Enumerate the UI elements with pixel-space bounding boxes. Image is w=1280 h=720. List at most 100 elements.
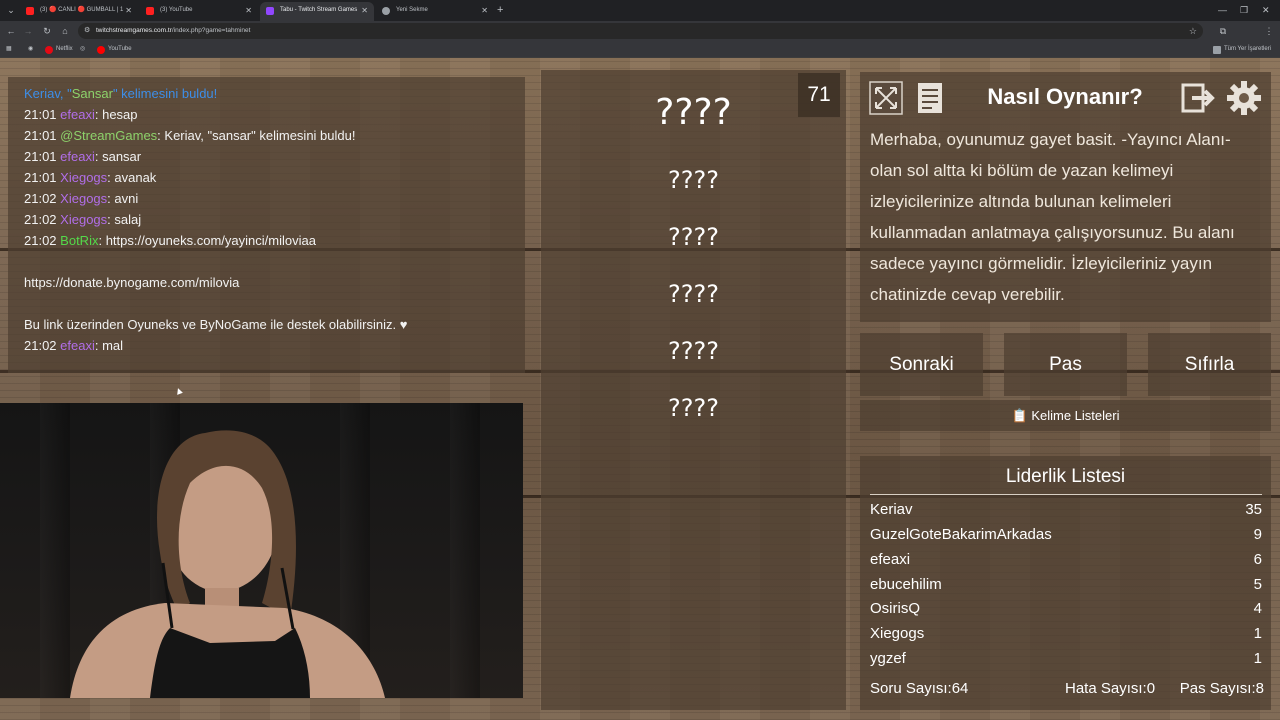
chat-message: https://donate.bynogame.com/milovia [24, 272, 509, 293]
chat-message: 21:01 @StreamGames: Keriav, "sansar" kel… [24, 125, 509, 146]
tab-tabu-active[interactable]: Tabu - Twitch Stream Games ✕ [260, 2, 374, 21]
close-icon[interactable]: ✕ [481, 2, 488, 19]
tab-gumball[interactable]: (3) 🔴 CANLI 🔴 GUMBALL | 1 ✕ [20, 2, 138, 21]
chat-message: Bu link üzerinden Oyuneks ve ByNoGame il… [24, 314, 509, 335]
chat-message: 21:02 efeaxi: mal [24, 335, 509, 356]
all-bookmarks-label: Tüm Yer İşaretleri [1224, 46, 1272, 52]
chat-username[interactable]: Xiegogs [60, 170, 107, 185]
player-name: Xiegogs [870, 625, 925, 642]
close-icon[interactable]: ✕ [361, 2, 368, 19]
chat-message: 21:02 Xiegogs: salaj [24, 209, 509, 230]
address-bar[interactable]: ⚙ twitchstreamgames.com.tr/index.php?gam… [78, 23, 1203, 39]
leaderboard-row: GuzelGoteBakarimArkadas 9 [870, 523, 1262, 547]
player-name: OsirisQ [870, 600, 920, 617]
chat-timestamp: 21:02 [24, 338, 57, 353]
game-stats: Soru Sayısı:64 Hata Sayısı:0 Pas Sayısı:… [870, 679, 1264, 699]
bookmark-youtube[interactable]: YouTube [97, 41, 132, 58]
window-close-icon[interactable]: ✕ [1262, 2, 1270, 18]
chat-text: https://donate.bynogame.com/milovia [24, 275, 240, 290]
browser-toolbar: ← → ↻ ⌂ ⚙ twitchstreamgames.com.tr/index… [0, 21, 1280, 57]
chat-timestamp: 21:02 [24, 212, 57, 227]
chat-username[interactable]: efeaxi [60, 149, 95, 164]
close-icon[interactable]: ✕ [245, 2, 252, 19]
leaderboard-row: Keriav 35 [870, 498, 1262, 522]
found-word: Sansar [71, 86, 113, 101]
bookmark-netflix[interactable]: Netflix [45, 41, 73, 58]
chat-username[interactable]: Xiegogs [60, 212, 107, 227]
word-lists-button[interactable]: 📋 Kelime Listeleri [860, 400, 1271, 431]
site-info-icon[interactable]: ⚙ [84, 23, 90, 39]
chat-message: 21:01 Xiegogs: avanak [24, 167, 509, 188]
chat-timestamp: 21:01 [24, 128, 57, 143]
next-button[interactable]: Sonraki [860, 333, 983, 396]
twitch-favicon-icon [266, 7, 274, 15]
url-text[interactable]: twitchstreamgames.com.tr/index.php?game=… [96, 23, 250, 39]
player-score: 35 [1245, 501, 1262, 518]
close-icon[interactable]: ✕ [125, 2, 132, 19]
chat-username[interactable]: BotRix [60, 233, 98, 248]
chat-username[interactable]: @StreamGames [60, 128, 157, 143]
extensions-icon[interactable]: ⧉ [1216, 23, 1230, 39]
tab-title: Yeni Sekme [396, 7, 428, 13]
chat-text: : salaj [107, 212, 142, 227]
all-bookmarks[interactable]: Tüm Yer İşaretleri [1213, 41, 1271, 58]
system-msg-pre: Keriav, " [24, 86, 72, 101]
tab-search-icon[interactable]: ⌄ [4, 3, 18, 17]
chat-text: : Keriav, "sansar" kelimesini buldu! [157, 128, 356, 143]
pass-count: Pas Sayısı:8 [1179, 680, 1264, 697]
chat-message: 21:02 BotRix: https://oyuneks.com/yayinc… [24, 230, 509, 251]
forward-icon[interactable]: → [21, 23, 35, 39]
forbidden-word: ???? [668, 394, 719, 422]
bookmark-star-icon[interactable]: ☆ [1189, 23, 1197, 39]
google-icon[interactable]: ◉ [28, 41, 33, 58]
apps-grid-icon[interactable]: ▦ [6, 41, 12, 58]
tab-youtube[interactable]: (3) YouTube ✕ [140, 2, 258, 21]
player-score: 6 [1253, 551, 1262, 568]
chat-timestamp: 21:02 [24, 233, 57, 248]
home-icon[interactable]: ⌂ [58, 23, 72, 39]
new-tab-button[interactable]: + [497, 2, 503, 19]
tab-strip: ⌄ (3) 🔴 CANLI 🔴 GUMBALL | 1 ✕ (3) YouTub… [0, 0, 1280, 21]
player-name: efeaxi [870, 551, 911, 568]
tab-title: Tabu - Twitch Stream Games [280, 7, 358, 13]
tab-new[interactable]: Yeni Sekme ✕ [376, 2, 494, 21]
reset-button[interactable]: Sıfırla [1148, 333, 1271, 396]
netflix-icon [45, 46, 53, 54]
webcam-feed [0, 403, 523, 698]
leaderboard-row: efeaxi 6 [870, 548, 1262, 572]
chat-username[interactable]: Xiegogs [60, 191, 107, 206]
maximize-icon[interactable]: ❐ [1240, 2, 1248, 18]
pass-button[interactable]: Pas [1004, 333, 1127, 396]
fullscreen-icon[interactable] [868, 80, 904, 116]
bookmark-icon[interactable]: ◎ [80, 41, 85, 58]
document-icon[interactable] [912, 80, 948, 116]
chat-panel: Keriav, "Sansar" kelimesini buldu! 21:01… [8, 77, 525, 373]
tab-title: (3) 🔴 CANLI 🔴 GUMBALL | 1 [40, 7, 124, 13]
player-name: ebucehilim [870, 576, 942, 593]
menu-icon[interactable]: ⋮ [1262, 23, 1276, 39]
exit-icon[interactable] [1180, 80, 1216, 116]
forbidden-word: ???? [668, 166, 719, 194]
chat-message: 21:01 efeaxi: sansar [24, 146, 509, 167]
youtube-icon [97, 46, 105, 54]
player-name: Keriav [870, 501, 913, 518]
question-count: Soru Sayısı:64 [870, 680, 969, 697]
chat-spacer [24, 293, 509, 314]
leaderboard-row: ebucehilim 5 [870, 573, 1262, 597]
chat-text: : mal [94, 338, 124, 353]
chat-username[interactable]: efeaxi [60, 107, 95, 122]
chat-text: : avanak [107, 170, 157, 185]
reload-icon[interactable]: ↻ [40, 23, 54, 39]
back-icon[interactable]: ← [4, 23, 18, 39]
leaderboard-row: Xiegogs 1 [870, 622, 1262, 646]
minimize-icon[interactable]: — [1218, 2, 1227, 18]
leaderboard-row: OsirisQ 4 [870, 597, 1262, 621]
leaderboard-row: ygzef 1 [870, 647, 1262, 671]
gear-icon[interactable] [1226, 80, 1262, 116]
youtube-favicon-icon [146, 7, 154, 15]
folder-icon [1213, 46, 1221, 54]
system-msg-post: " kelimesini buldu! [112, 86, 218, 101]
chat-username[interactable]: efeaxi [60, 338, 95, 353]
chat-text: : https://oyuneks.com/yayinci/miloviaa [98, 233, 316, 248]
player-score: 4 [1253, 600, 1262, 617]
